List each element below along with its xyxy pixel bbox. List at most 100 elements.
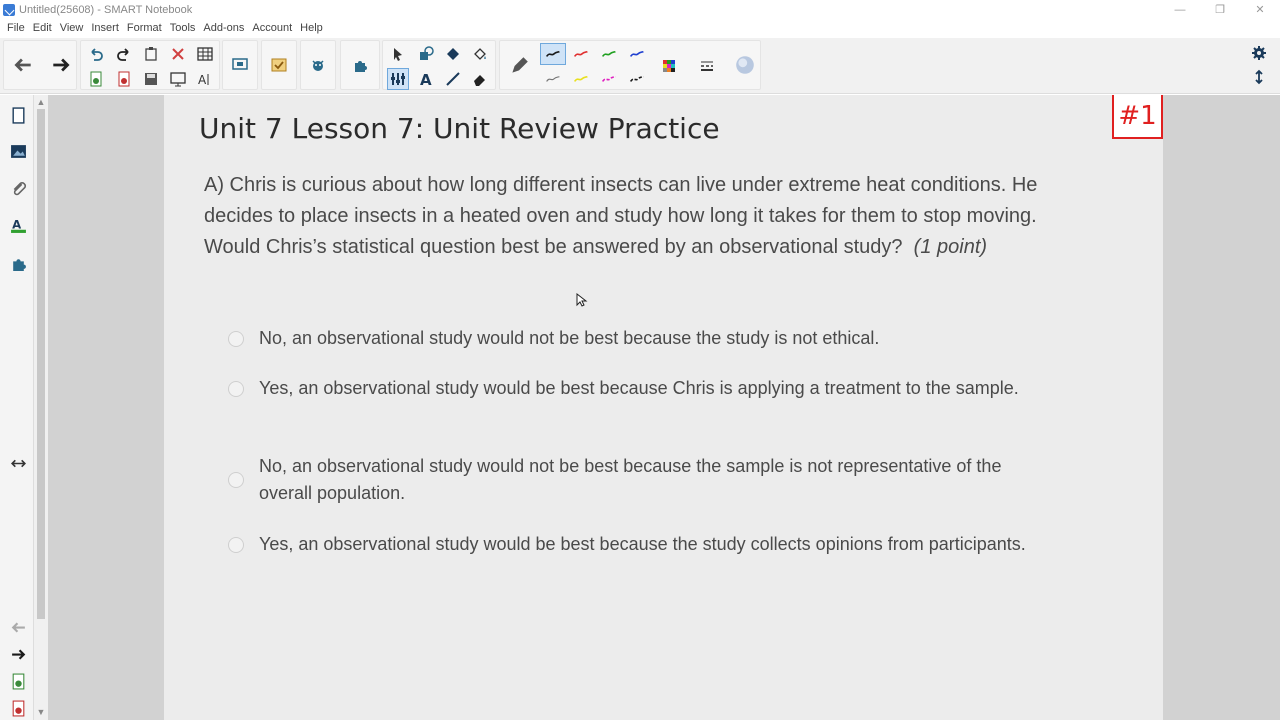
pen-color-black-dashed[interactable]	[624, 68, 650, 90]
screen-shade-icon[interactable]	[167, 68, 189, 90]
save-icon[interactable]	[140, 68, 162, 90]
delete-icon[interactable]	[167, 43, 189, 65]
answer-option-label: No, an observational study would not be …	[259, 328, 880, 348]
display-icon[interactable]	[229, 54, 251, 76]
radio-button[interactable]	[228, 536, 244, 553]
line-icon[interactable]	[442, 68, 464, 90]
color-palette-icon[interactable]	[658, 55, 680, 77]
settings-gear-icon[interactable]	[1248, 42, 1270, 64]
workspace: Unit 7 Lesson 7: Unit Review Practice #1…	[48, 95, 1280, 720]
delete-page-side-icon[interactable]	[7, 697, 29, 719]
svg-text:A: A	[198, 73, 207, 87]
question-text: A) Chris is curious about how long diffe…	[204, 170, 1084, 263]
radio-button[interactable]	[228, 330, 244, 347]
pen-color-magenta[interactable]	[596, 68, 622, 90]
undo-icon[interactable]	[85, 43, 107, 65]
text-icon[interactable]: A	[415, 68, 437, 90]
scrollbar-thumb[interactable]	[37, 109, 45, 619]
answer-option[interactable]: Yes, an observational study would be bes…	[228, 531, 1028, 558]
radio-button[interactable]	[228, 472, 244, 488]
expand-icon[interactable]	[1248, 66, 1270, 88]
shapes-icon[interactable]	[415, 43, 437, 65]
scroll-down-icon[interactable]: ▼	[36, 707, 46, 717]
radio-button[interactable]	[228, 380, 244, 397]
smart-notebook-icon	[3, 3, 15, 16]
pen-color-yellow[interactable]	[568, 68, 594, 90]
nav-group	[3, 40, 77, 90]
answer-option[interactable]: No, an observational study would not be …	[228, 325, 1028, 352]
answer-option-label: Yes, an observational study would be bes…	[259, 378, 1019, 398]
fill-effects-icon[interactable]	[734, 54, 756, 76]
minimize-button[interactable]: —	[1160, 0, 1200, 19]
menu-file[interactable]: File	[6, 22, 26, 34]
window-controls: — ❐ ✕	[1160, 0, 1280, 19]
addons-icon[interactable]	[7, 252, 29, 274]
gallery-icon[interactable]	[7, 140, 29, 162]
redo-icon[interactable]	[113, 43, 135, 65]
answer-option[interactable]: No, an observational study would not be …	[228, 453, 1028, 507]
fill-icon[interactable]	[469, 43, 491, 65]
edit-group: A	[80, 40, 220, 90]
next-page-icon[interactable]	[7, 643, 29, 665]
menu-addons[interactable]: Add-ons	[202, 22, 245, 34]
pen-color-gray[interactable]	[540, 68, 566, 90]
pen-icon[interactable]	[508, 55, 530, 77]
scroll-up-icon[interactable]: ▲	[36, 97, 46, 107]
pen-color-blue[interactable]	[624, 43, 650, 65]
resize-horizontal-icon[interactable]	[7, 452, 29, 474]
side-scrollbar[interactable]: ▲ ▼	[34, 95, 48, 720]
pen-color-black-thick[interactable]	[540, 43, 566, 65]
table-icon[interactable]	[194, 43, 216, 65]
previous-page-icon[interactable]	[7, 616, 29, 638]
properties-icon[interactable]: A	[7, 214, 29, 236]
page-sorter-icon[interactable]	[7, 104, 29, 126]
menu-format[interactable]: Format	[126, 22, 163, 34]
paste-icon[interactable]	[140, 43, 162, 65]
answer-option-label: No, an observational study would not be …	[259, 456, 1002, 503]
svg-text:A: A	[12, 217, 21, 231]
page-title: Unit 7 Lesson 7: Unit Review Practice	[199, 112, 720, 145]
menu-tools[interactable]: Tools	[169, 22, 197, 34]
svg-text:A: A	[420, 71, 432, 87]
pen-group	[499, 40, 761, 90]
side-panel-tabs: A	[0, 95, 34, 720]
window-title: Untitled(25608) - SMART Notebook	[19, 3, 193, 16]
back-arrow-icon[interactable]	[12, 54, 34, 76]
eraser-icon[interactable]	[469, 68, 491, 90]
title-bar: Untitled(25608) - SMART Notebook — ❐ ✕	[0, 0, 1280, 19]
menu-account[interactable]: Account	[251, 22, 293, 34]
menu-bar: File Edit View Insert Format Tools Add-o…	[0, 19, 1280, 36]
pen-color-green[interactable]	[596, 43, 622, 65]
select-icon[interactable]	[387, 43, 409, 65]
monster-group	[300, 40, 336, 90]
answer-option-label: Yes, an observational study would be bes…	[259, 534, 1026, 554]
question-number-badge: #1	[1112, 95, 1163, 139]
line-style-icon[interactable]	[696, 55, 718, 77]
badge-label: #1	[1118, 101, 1157, 131]
question-points: (1 point)	[913, 236, 988, 258]
attachments-icon[interactable]	[7, 177, 29, 199]
answer-option[interactable]: Yes, an observational study would be bes…	[228, 375, 1028, 402]
question-body: A) Chris is curious about how long diffe…	[204, 174, 1038, 258]
notebook-page[interactable]: Unit 7 Lesson 7: Unit Review Practice #1…	[164, 95, 1163, 720]
measure-tools-icon[interactable]	[387, 68, 409, 90]
add-page-icon[interactable]	[85, 68, 107, 90]
menu-help[interactable]: Help	[299, 22, 324, 34]
menu-view[interactable]: View	[59, 22, 85, 34]
shape-fill-icon[interactable]	[442, 43, 464, 65]
mouse-cursor-icon	[576, 293, 588, 307]
close-button[interactable]: ✕	[1240, 0, 1280, 19]
text-recognize-icon[interactable]: A	[194, 68, 216, 90]
menu-edit[interactable]: Edit	[32, 22, 53, 34]
addons-icon[interactable]	[349, 54, 371, 76]
pen-color-red[interactable]	[568, 43, 594, 65]
tools-group: A	[382, 40, 496, 90]
restore-button[interactable]: ❐	[1200, 0, 1240, 19]
response-group	[261, 40, 297, 90]
delete-page-icon[interactable]	[113, 68, 135, 90]
activity-builder-icon[interactable]	[307, 54, 329, 76]
add-page-side-icon[interactable]	[7, 670, 29, 692]
menu-insert[interactable]: Insert	[90, 22, 120, 34]
forward-arrow-icon[interactable]	[50, 54, 72, 76]
response-icon[interactable]	[268, 54, 290, 76]
